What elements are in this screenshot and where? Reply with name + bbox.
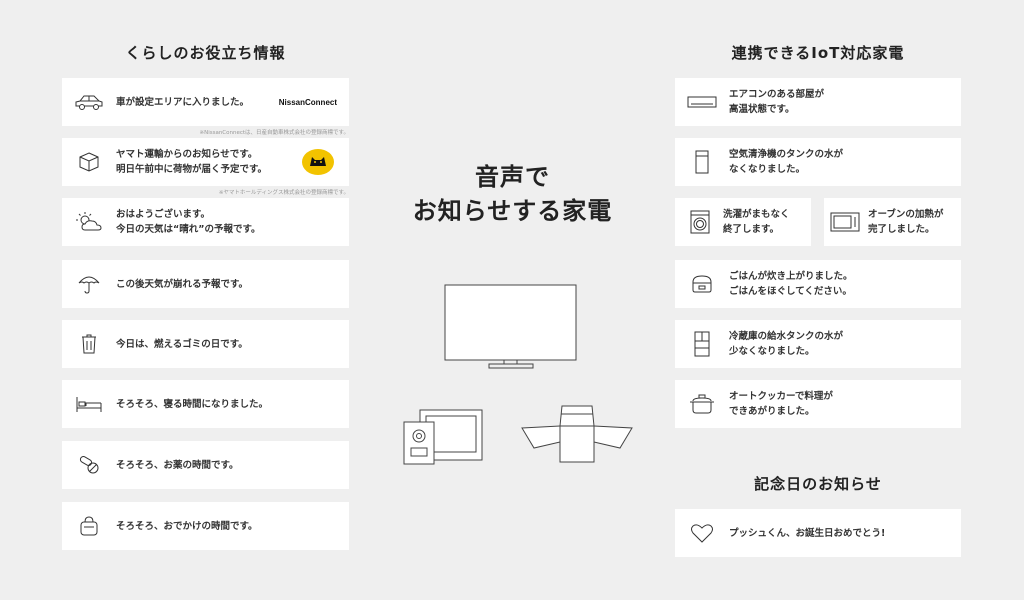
pot-icon [687, 392, 717, 416]
fridge-icon [687, 331, 717, 357]
notification-washer: 洗濯がまもなく 終了します。 [675, 198, 811, 246]
notification-air-purifier: 空気清浄機のタンクの水が なくなりました。 [675, 138, 961, 186]
notification-weather: おはようございます。 今日の天気は“晴れ”の予報です。 [62, 198, 349, 246]
notification-text: そろそろ、おでかけの時間です。 [116, 520, 258, 532]
trash-icon [74, 332, 104, 356]
notification-text: 洗濯がまもなく 終了します。 [723, 209, 790, 235]
bed-icon [74, 392, 104, 416]
notification-text: 空気清浄機のタンクの水が なくなりました。 [729, 149, 844, 175]
notification-bag: そろそろ、おでかけの時間です。 [62, 502, 349, 550]
center-title-line1: 音声で [475, 163, 550, 191]
washer-icon [685, 210, 715, 234]
smart-speaker-icon [520, 402, 634, 466]
center-title: 音声で お知らせする家電 [390, 160, 635, 228]
aircon-icon [687, 90, 717, 114]
oven-icon [830, 210, 860, 234]
notification-text: オートクッカーで料理が できあがりました。 [729, 391, 833, 417]
nissanconnect-logo: NissanConnect [278, 97, 337, 107]
notification-pot: オートクッカーで料理が できあがりました。 [675, 380, 961, 428]
notification-text: そろそろ、お薬の時間です。 [116, 459, 239, 471]
notification-text: この後天気が崩れる予報です。 [116, 278, 249, 290]
yamato-trademark-note: ※ヤマトホールディングス株式会社の登録商標です。 [218, 190, 349, 196]
left-column-title: くらしのお役立ち情報 [125, 44, 286, 62]
notification-trash: 今日は、燃えるゴミの日です。 [62, 320, 349, 368]
anniversary-title: 記念日のお知らせ [754, 475, 882, 493]
notification-package: ヤマト運輸からのお知らせです。 明日午前中に荷物が届く予定です。 [62, 138, 349, 186]
notification-rice-cooker: ごはんが炊き上がりました。 ごはんをほぐしてください。 [675, 260, 961, 308]
heart-icon [687, 521, 717, 545]
notification-pill: そろそろ、お薬の時間です。 [62, 441, 349, 489]
notification-text: エアコンのある部屋が 高温状態です。 [729, 89, 825, 115]
notification-umbrella: この後天気が崩れる予報です。 [62, 260, 349, 308]
intercom-monitor-icon [402, 408, 486, 468]
right-column-title: 連携できるIoT対応家電 [731, 44, 905, 62]
notification-text: そろそろ、寝る時間になりました。 [116, 398, 269, 410]
notification-fridge: 冷蔵庫の給水タンクの水が 少なくなりました。 [675, 320, 961, 368]
air-purifier-icon [687, 150, 717, 174]
car-icon [74, 90, 104, 114]
notification-anniversary: プッシュくん、お誕生日おめでとう! [675, 509, 961, 557]
notification-aircon: エアコンのある部屋が 高温状態です。 [675, 78, 961, 126]
pill-icon [74, 453, 104, 477]
notification-text: オーブンの加熱が 完了しました。 [868, 209, 944, 235]
notification-text: 車が設定エリアに入りました。 [116, 96, 250, 108]
notification-text: 冷蔵庫の給水タンクの水が 少なくなりました。 [729, 331, 844, 357]
notification-text: 今日は、燃えるゴミの日です。 [116, 338, 248, 350]
yamato-cat-logo-icon [301, 148, 335, 176]
notification-text: ごはんが炊き上がりました。 ごはんをほぐしてください。 [729, 271, 853, 297]
nissan-trademark-note: ※NissanConnectは、日産自動車株式会社の登録商標です。 [199, 130, 349, 136]
notification-car: 車が設定エリアに入りました。 NissanConnect [62, 78, 349, 126]
notification-text: おはようございます。 今日の天気は“晴れ”の予報です。 [116, 209, 261, 235]
tv-icon [444, 284, 578, 372]
notification-text: プッシュくん、お誕生日おめでとう! [729, 527, 886, 539]
notification-text: ヤマト運輸からのお知らせです。 明日午前中に荷物が届く予定です。 [116, 149, 268, 175]
rice-cooker-icon [687, 272, 717, 296]
notification-oven: オーブンの加熱が 完了しました。 [824, 198, 961, 246]
center-title-line2: お知らせする家電 [412, 197, 613, 225]
notification-bed: そろそろ、寝る時間になりました。 [62, 380, 349, 428]
weather-icon [74, 210, 104, 234]
package-icon [74, 150, 104, 174]
umbrella-icon [74, 272, 104, 296]
bag-icon [74, 514, 104, 538]
